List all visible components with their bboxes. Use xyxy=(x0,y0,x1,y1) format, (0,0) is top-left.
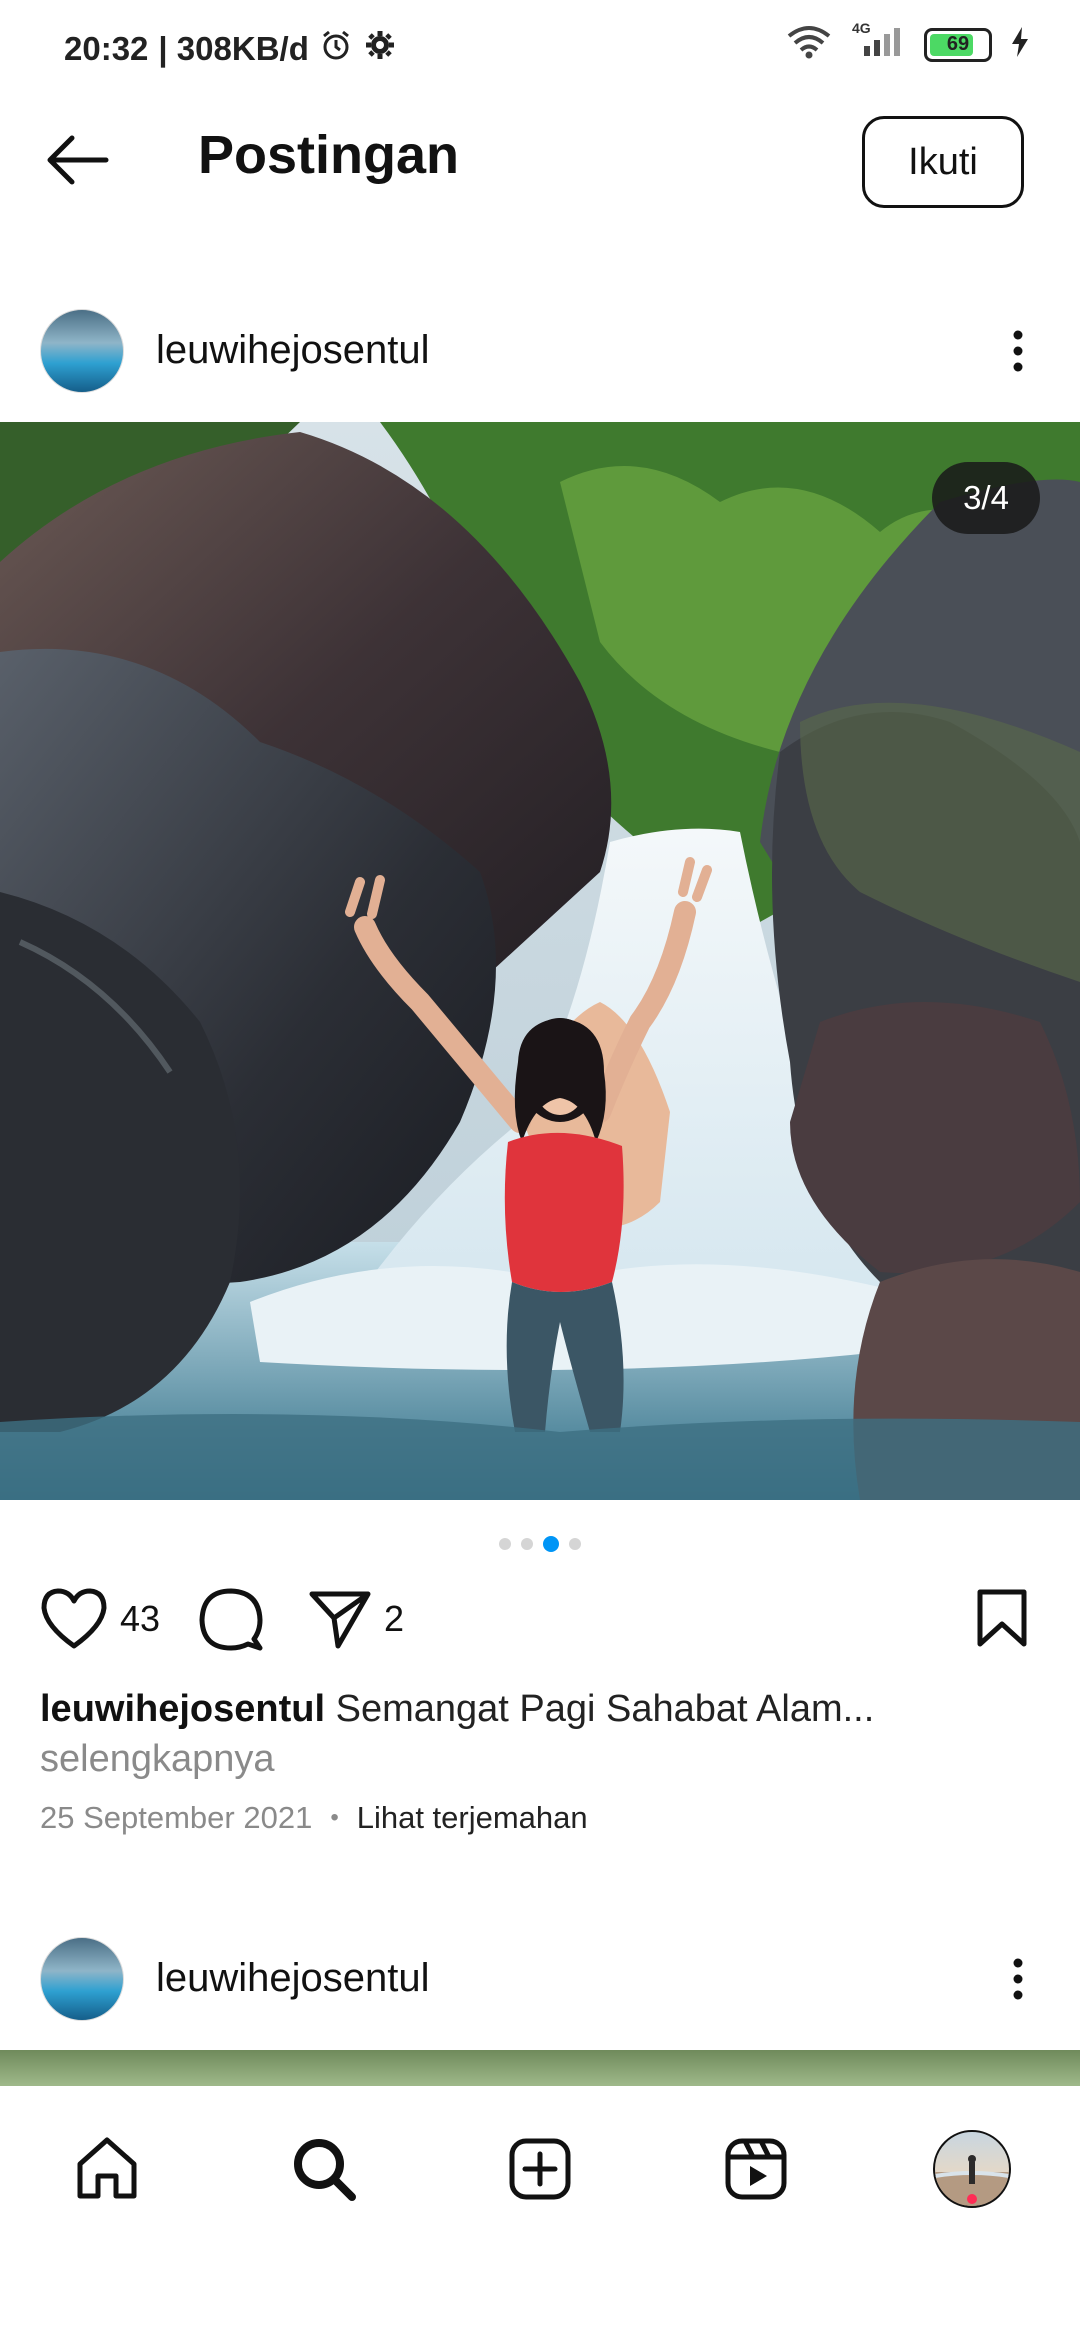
more-options-icon[interactable] xyxy=(1003,328,1033,374)
post-username[interactable]: leuwihejosentul xyxy=(156,328,430,373)
post-meta: 25 September 2021 • Lihat terjemahan xyxy=(40,1800,588,1836)
post-photo-preview[interactable] xyxy=(0,2050,1080,2086)
status-bar: 20:32 | 308KB/d 4G 69 xyxy=(0,0,1080,100)
more-options-icon[interactable] xyxy=(1003,1956,1033,2002)
status-left: 20:32 | 308KB/d xyxy=(64,28,397,70)
translate-link[interactable]: Lihat terjemahan xyxy=(357,1800,588,1836)
shares-count[interactable]: 2 xyxy=(384,1598,404,1640)
comment-icon[interactable] xyxy=(198,1587,264,1651)
meta-separator: • xyxy=(330,1804,339,1831)
wifi-icon xyxy=(786,24,832,65)
post-username[interactable]: leuwihejosentul xyxy=(156,1956,430,2001)
bottom-nav xyxy=(0,2086,1080,2340)
notification-dot xyxy=(967,2194,977,2204)
alarm-icon xyxy=(319,28,353,70)
status-net-speed: | 308KB/d xyxy=(158,30,309,67)
share-icon[interactable] xyxy=(308,1588,372,1650)
see-more-link[interactable]: selengkapnya xyxy=(40,1738,275,1780)
post-photo[interactable] xyxy=(0,422,1080,1500)
post-caption: leuwihejosentul Semangat Pagi Sahabat Al… xyxy=(40,1684,1040,1784)
carousel-dot xyxy=(569,1538,581,1550)
charging-icon xyxy=(1010,26,1030,63)
carousel-dot xyxy=(499,1538,511,1550)
carousel-indicator xyxy=(0,1536,1080,1552)
caption-username[interactable]: leuwihejosentul xyxy=(40,1688,325,1730)
avatar[interactable] xyxy=(40,309,124,393)
status-time: 20:32 xyxy=(64,30,149,67)
gear-icon xyxy=(363,28,397,70)
page-title: Postingan xyxy=(198,125,460,185)
network-type: 4G xyxy=(852,20,871,36)
search-icon[interactable] xyxy=(279,2124,369,2214)
create-icon[interactable] xyxy=(495,2124,585,2214)
battery-level: 69 xyxy=(946,33,970,55)
home-icon[interactable] xyxy=(62,2124,152,2214)
caption-text: Semangat Pagi Sahabat Alam... xyxy=(335,1688,875,1730)
carousel-counter: 3/4 xyxy=(932,462,1040,534)
carousel-dot xyxy=(521,1538,533,1550)
back-arrow-icon[interactable] xyxy=(44,132,110,188)
bookmark-icon[interactable] xyxy=(976,1588,1028,1648)
signal-icon: 4G xyxy=(850,20,906,65)
carousel-dot-active xyxy=(543,1536,559,1552)
battery-icon: 69 xyxy=(924,27,992,62)
heart-icon[interactable] xyxy=(40,1588,108,1650)
likes-count[interactable]: 43 xyxy=(120,1598,160,1640)
status-right: 4G 69 xyxy=(786,20,1030,65)
follow-button[interactable]: Ikuti xyxy=(862,116,1024,208)
avatar[interactable] xyxy=(40,1937,124,2021)
reels-icon[interactable] xyxy=(711,2124,801,2214)
post-date: 25 September 2021 xyxy=(40,1800,313,1835)
post-actions: 43 2 xyxy=(40,1584,404,1654)
